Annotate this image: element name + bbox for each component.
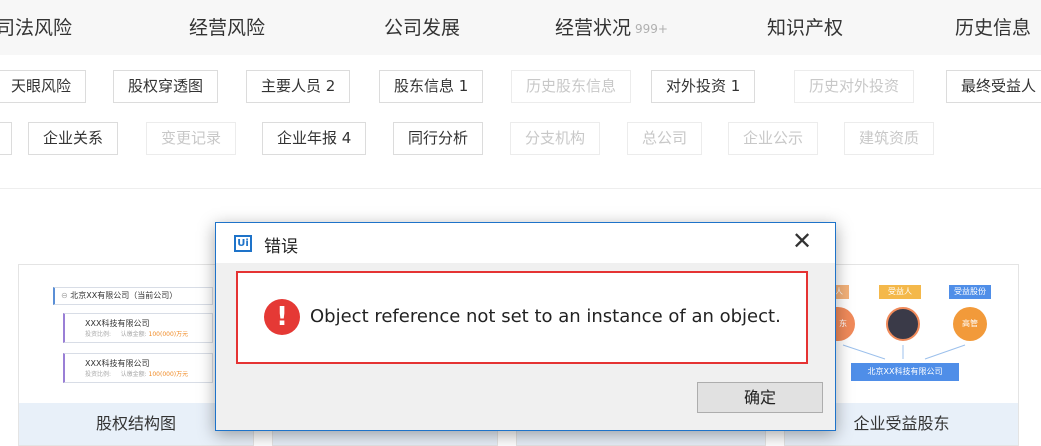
beneficiary-circle-right: 高管 — [953, 307, 987, 341]
tag-enterprise-relations[interactable]: 企业关系 — [28, 122, 119, 155]
nav-item-legal-risk[interactable]: 司法风险 — [0, 13, 72, 40]
collapse-icon: ⊖ — [61, 291, 68, 300]
tag-change-records[interactable]: 变更记录 — [146, 122, 237, 155]
tag-equity-penetration[interactable]: 股权穿透图 — [113, 70, 219, 103]
error-icon: ! — [264, 299, 300, 335]
tag-enterprise-disclosure[interactable]: 企业公示 — [728, 122, 819, 155]
dialog-message-area: ! Object reference not set to an instanc… — [236, 271, 808, 364]
close-icon[interactable]: ✕ — [791, 229, 813, 253]
tag-annual-reports[interactable]: 企业年报 4 — [262, 122, 367, 155]
equity-child-label: XXX科技有限公司 — [85, 319, 150, 328]
tag-historical-shareholders[interactable]: 历史股东信息 — [511, 70, 632, 103]
equity-child-sub: 投资比例: 认缴金额: 100(000)万元 — [85, 331, 189, 338]
section-divider — [0, 188, 1041, 189]
tag-branches[interactable]: 分支机构 — [510, 122, 601, 155]
tag-ultimate-beneficiary[interactable]: 最终受益人 — [946, 70, 1041, 103]
equity-root-node: ⊖ 北京XX有限公司（当前公司） — [53, 287, 213, 305]
beneficiary-company-node: 北京XX科技有限公司 — [851, 363, 959, 381]
tag-tianyan-risk[interactable]: 天眼风险 — [0, 70, 87, 103]
nav-item-business-risk[interactable]: 经营风险 — [189, 13, 265, 40]
tag-shareholder-info[interactable]: 股东信息 1 — [379, 70, 484, 103]
error-message: Object reference not set to an instance … — [310, 306, 781, 327]
tag-key-personnel[interactable]: 主要人员 2 — [246, 70, 351, 103]
tag-partial[interactable] — [0, 122, 12, 155]
equity-child-node-1: XXX科技有限公司 投资比例: 认缴金额: 100(000)万元 — [63, 313, 213, 343]
equity-child-node-2: XXX科技有限公司 投资比例: 认缴金额: 100(000)万元 — [63, 353, 213, 383]
error-dialog: Ui 错误 ✕ ! Object reference not set to an… — [215, 222, 836, 431]
connector-arrows — [842, 344, 966, 360]
top-nav: 司法风险 经营风险 公司发展 经营状况 999+ 知识产权 历史信息 — [0, 0, 1041, 55]
nav-item-operating-status[interactable]: 经营状况 999+ — [555, 13, 668, 40]
equity-root-label: 北京XX有限公司（当前公司） — [70, 291, 178, 300]
nav-item-company-development[interactable]: 公司发展 — [384, 13, 460, 40]
uipath-logo-icon: Ui — [234, 235, 252, 252]
nav-item-label: 经营状况 — [555, 17, 632, 39]
nav-item-intellectual-property[interactable]: 知识产权 — [767, 13, 843, 40]
beneficiary-chip: 受益人 — [879, 285, 921, 299]
tag-outbound-investment[interactable]: 对外投资 1 — [651, 70, 756, 103]
dialog-title: 错误 — [264, 237, 298, 257]
dialog-title-bar[interactable]: Ui 错误 ✕ — [216, 223, 835, 263]
avatar — [886, 307, 920, 341]
tag-head-office[interactable]: 总公司 — [627, 122, 703, 155]
equity-child-sub: 投资比例: 认缴金额: 100(000)万元 — [85, 371, 189, 378]
equity-child-label: XXX科技有限公司 — [85, 359, 150, 368]
tag-peer-analysis[interactable]: 同行分析 — [393, 122, 484, 155]
ok-button[interactable]: 确定 — [697, 382, 823, 413]
tag-construction-qualification[interactable]: 建筑资质 — [844, 122, 935, 155]
beneficiary-chip: 受益股份 — [949, 285, 991, 299]
count-badge: 999+ — [635, 21, 668, 36]
nav-item-history[interactable]: 历史信息 — [955, 13, 1031, 40]
tag-historical-investment[interactable]: 历史对外投资 — [794, 70, 915, 103]
